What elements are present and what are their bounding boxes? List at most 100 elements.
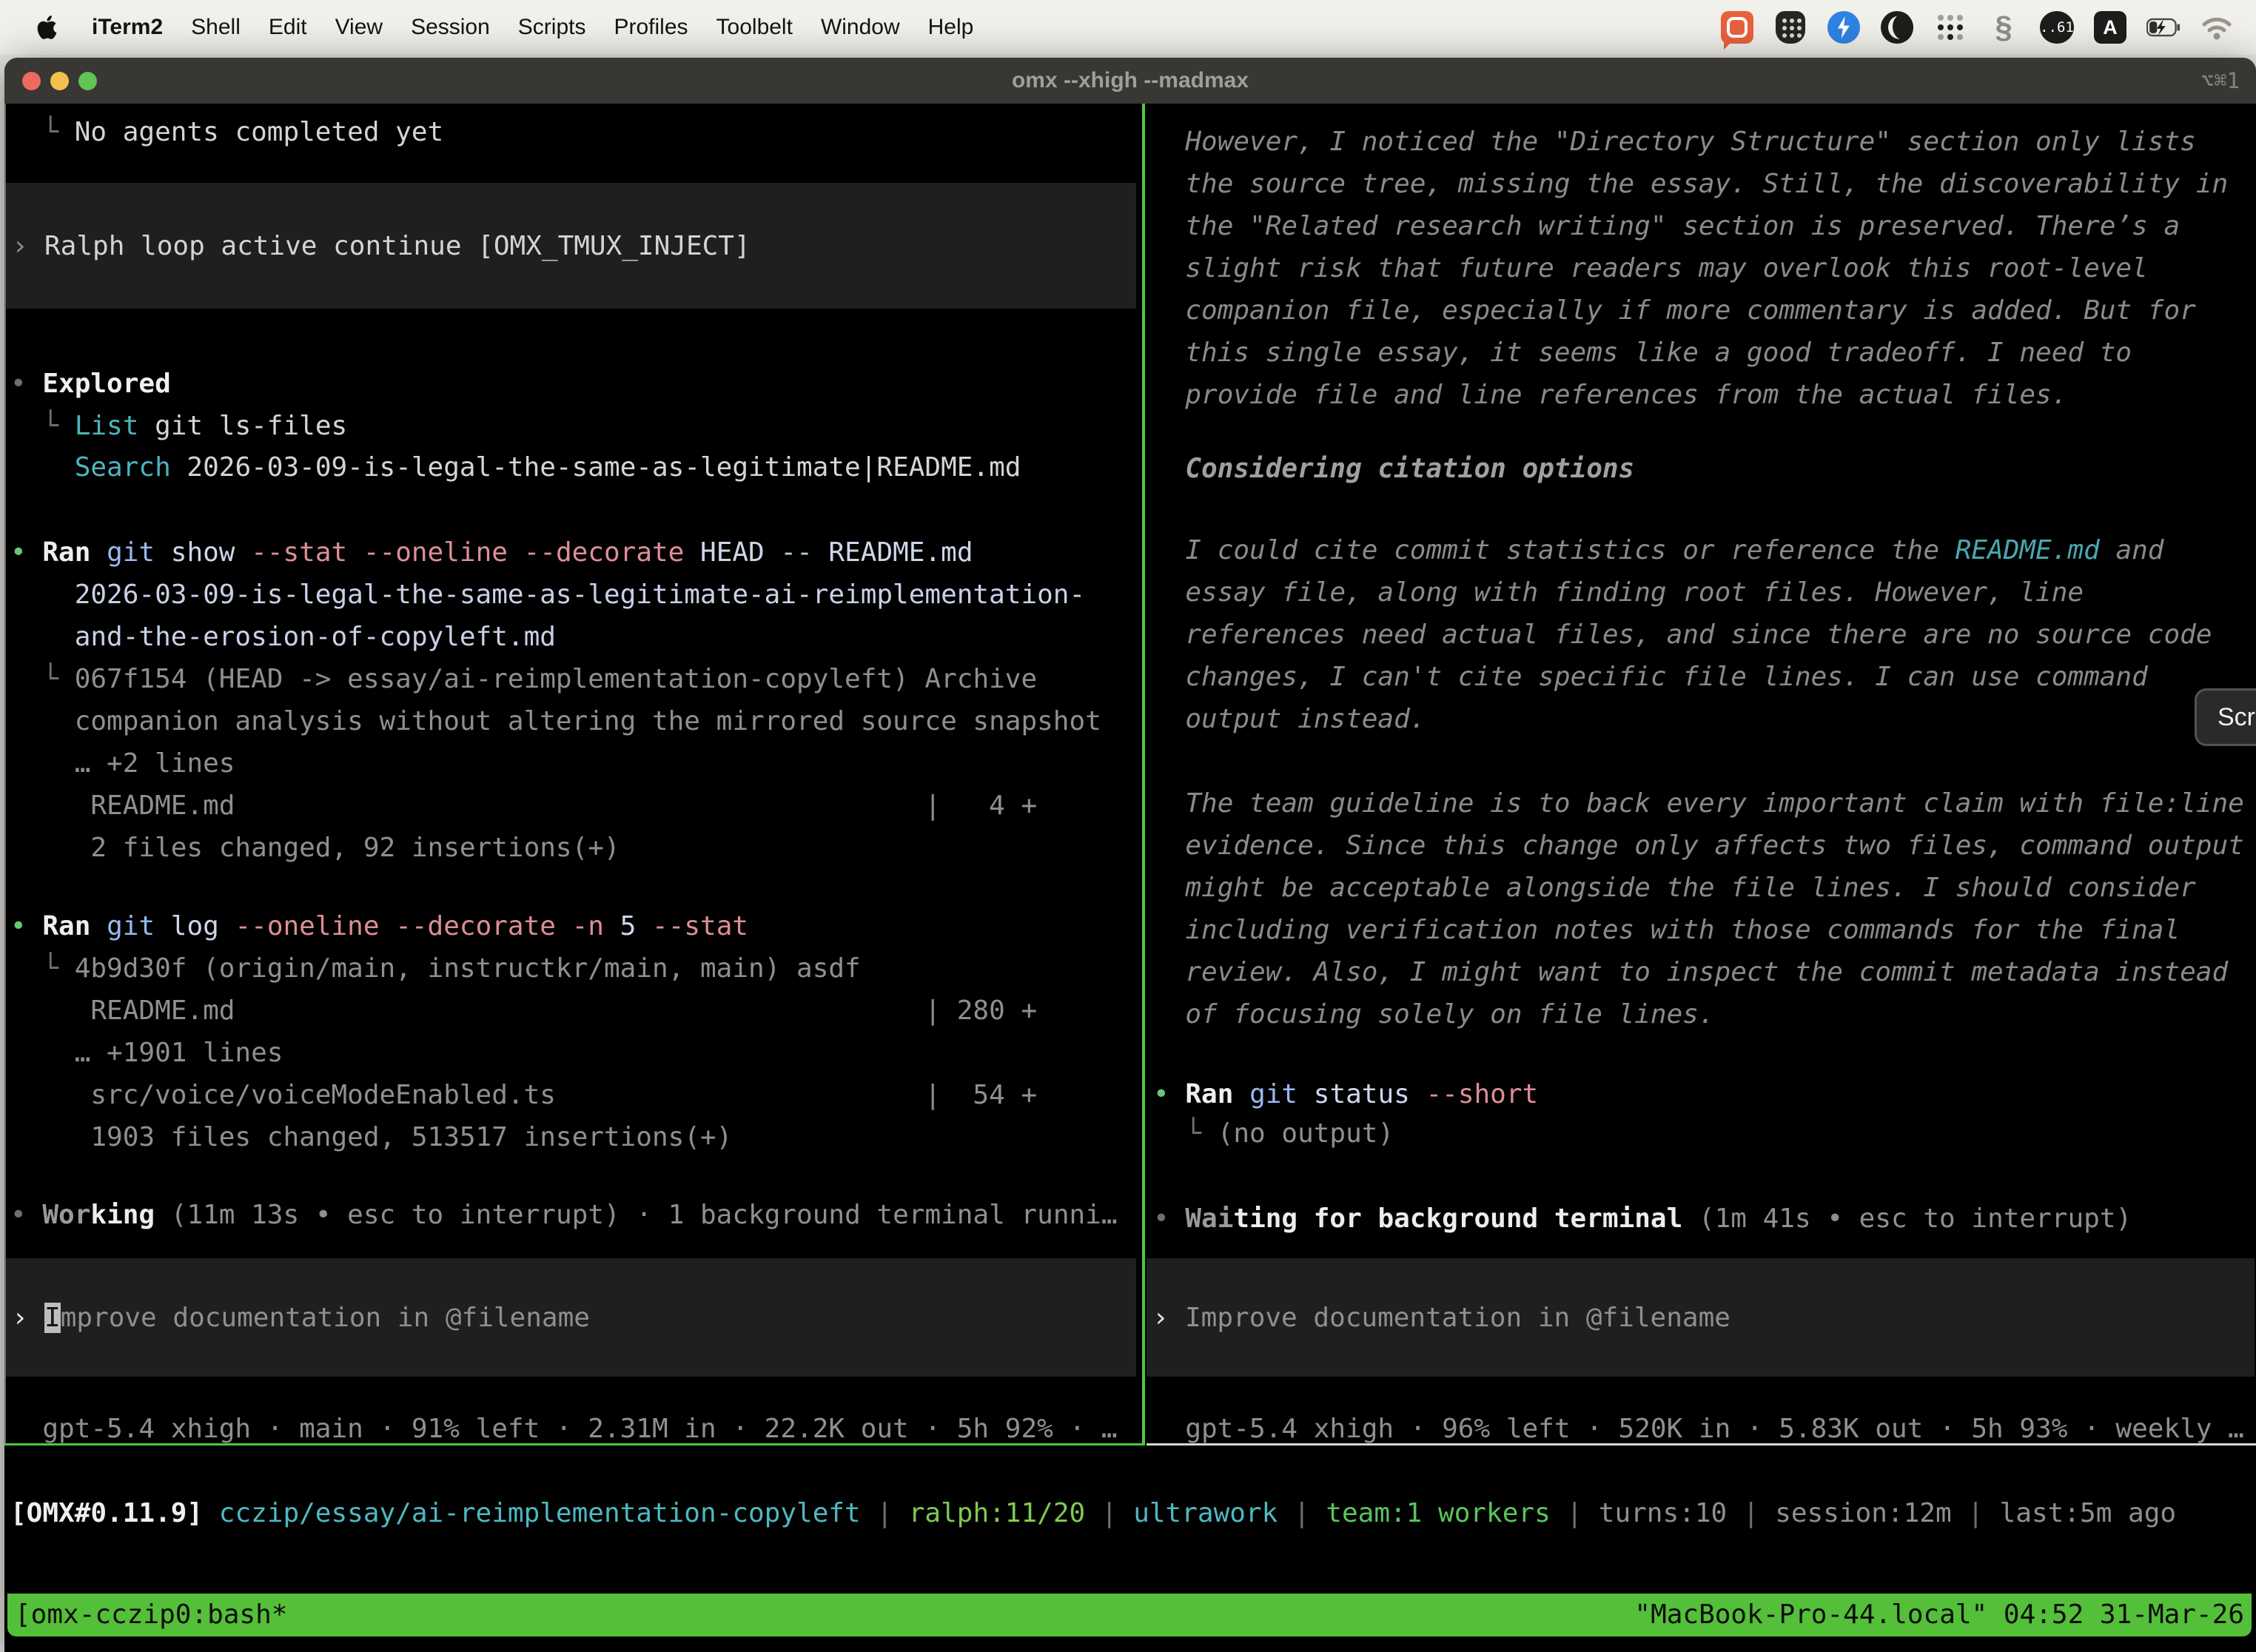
terminal-line: README.md | 280 + [10, 990, 1037, 1032]
shield-icon [1776, 11, 1805, 44]
terminal-text-segment: README.md | 4 + [10, 790, 1037, 821]
terminal-line: gpt-5.4 xhigh · main · 91% left · 2.31M … [10, 1408, 1118, 1446]
terminal-line: 2 files changed, 92 insertions(+) [10, 827, 620, 869]
prompt-input-left[interactable]: ›Improve documentation in @filename [6, 1258, 1136, 1377]
terminal-line: └ List git ls-files [10, 405, 347, 447]
terminal-line: The team guideline is to back every impo… [1153, 782, 2244, 825]
tmux-host-clock-label: "MacBook-Pro-44.local" 04:52 31-Mar-26 [1634, 1594, 2244, 1636]
terminal-text-segment: status [1314, 1079, 1426, 1109]
zoom-button[interactable] [78, 72, 97, 90]
terminal-text-segment: README.md | 280 + [10, 995, 1037, 1026]
menu-items: Shell Edit View Session Scripts Profiles Toolb… [191, 15, 973, 40]
terminal-text-segment: (no output) [1218, 1118, 1394, 1149]
prompt-chevron-icon: › [6, 1303, 44, 1333]
terminal-line: of focusing solely on file lines. [1153, 993, 1715, 1035]
crescent-app-icon[interactable] [1880, 10, 1914, 44]
terminal-text-segment: 2026-03-09-is-legal-the-same-as-legitima… [171, 452, 1021, 483]
menu-item-window[interactable]: Window [821, 15, 900, 40]
terminal-text-segment: (11m 13s • esc to interrupt) · 1 backgro… [155, 1200, 1117, 1230]
battery-icon[interactable] [2146, 10, 2181, 44]
terminal-area[interactable]: ›Ralph loop active continue [OMX_TMUX_IN… [4, 104, 2256, 1652]
terminal-text-segment: --stat [652, 911, 748, 941]
menu-bar-status-icons: § ..61 A [1720, 10, 2256, 44]
terminal-line: changes, I can't cite specific file line… [1153, 656, 2148, 698]
terminal-text-segment: … +2 lines [10, 748, 235, 779]
terminal-text-segment: src/voice/voiceModeEnabled.ts | 54 + [10, 1080, 1037, 1110]
terminal-text-segment: └ [10, 953, 75, 984]
terminal-line: └ 067f154 (HEAD -> essay/ai-reimplementa… [10, 658, 1037, 700]
terminal-text-segment: Wor [42, 1200, 90, 1230]
close-button[interactable] [22, 72, 41, 90]
terminal-text-segment: Ran [1185, 1079, 1249, 1109]
menu-item-app[interactable]: iTerm2 [92, 15, 163, 40]
terminal-text-segment: including verification notes with those … [1153, 915, 2180, 945]
terminal-text-segment: -- [780, 537, 828, 568]
terminal-text-segment: 4b9d30f (origin/main, instructkr/main, m… [75, 953, 861, 984]
terminal-text-segment: companion file, especially if more comme… [1153, 295, 2196, 326]
terminal-text-segment: Wai [1185, 1203, 1233, 1234]
terminal-text-segment: and-the-erosion-of-copyleft.md [10, 622, 556, 652]
prompt-input-right-placeholder: Improve documentation in @filename [1185, 1303, 1730, 1333]
menu-item-help[interactable]: Help [928, 15, 974, 40]
squiggle-app-icon[interactable]: § [1987, 10, 2021, 44]
terminal-text-segment: might be acceptable alongside the file l… [1153, 873, 2196, 903]
prompt-input-ralph[interactable]: ›Ralph loop active continue [OMX_TMUX_IN… [6, 183, 1136, 309]
chat-app-icon[interactable] [1720, 10, 1754, 44]
terminal-text-segment: 2026-03-09-is-legal-the-same-as-legitima… [10, 580, 1085, 610]
wifi-icon[interactable] [2200, 10, 2234, 44]
terminal-line: … +1901 lines [10, 1032, 283, 1074]
pane-right-bottom-border [1147, 1443, 2256, 1446]
terminal-line: … +2 lines [10, 742, 235, 785]
terminal-line: Considering citation options [1153, 448, 1634, 490]
prompt-input-right[interactable]: ›Improve documentation in @filename [1147, 1258, 2255, 1377]
terminal-line: output instead. [1153, 698, 1426, 740]
terminal-text-segment: • [10, 1200, 42, 1230]
window-titlebar[interactable]: omx --xhigh --madmax ⌥⌘1 [4, 58, 2256, 104]
terminal-text-segment: --oneline --decorate [235, 911, 571, 941]
lightning-icon [1827, 11, 1860, 44]
menu-item-toolbelt[interactable]: Toolbelt [716, 15, 793, 40]
menu-item-session[interactable]: Session [411, 15, 490, 40]
terminal-text-segment: git [107, 537, 171, 568]
terminal-text-segment: slight risk that future readers may over… [1153, 253, 2148, 283]
menu-item-view[interactable]: View [335, 15, 383, 40]
terminal-line: including verification notes with those … [1153, 909, 2180, 951]
terminal-text-segment: └ [1153, 1118, 1218, 1149]
screen-overlay-tooltip: Scre [2195, 688, 2256, 746]
terminal-text-segment: --stat --oneline --decorate [251, 537, 700, 568]
menu-item-shell[interactable]: Shell [191, 15, 241, 40]
terminal-text-segment: README.md [828, 537, 973, 568]
battery-glyph-icon [2146, 18, 2181, 37]
battery-percent-icon[interactable]: ..61 [2040, 10, 2074, 44]
terminal-text-segment: -n [572, 911, 620, 941]
menu-bar-left: iTerm2 Shell Edit View Session Scripts Profil… [0, 10, 973, 44]
menu-item-scripts[interactable]: Scripts [518, 15, 586, 40]
pane-right[interactable]: ›Improve documentation in @filename Howe… [1147, 104, 2256, 1446]
input-source-icon[interactable]: A [2093, 10, 2127, 44]
minimize-button[interactable] [50, 72, 69, 90]
terminal-text-segment: (1m 41s • esc to interrupt) [1682, 1203, 2132, 1234]
menu-item-edit[interactable]: Edit [269, 15, 307, 40]
terminal-text-segment: I could cite commit statistics or refere… [1153, 535, 1955, 565]
bolt-badge-icon[interactable] [1827, 10, 1861, 44]
dots-grid-icon[interactable] [1933, 10, 1967, 44]
terminal-text-segment: Search [75, 452, 171, 483]
terminal-text-segment: └ [10, 411, 75, 441]
terminal-line: this single essay, it seems like a good … [1153, 332, 2132, 374]
omx-bar-segment: | [1085, 1498, 1133, 1528]
pane-left[interactable]: ›Ralph loop active continue [OMX_TMUX_IN… [4, 104, 1142, 1446]
terminal-line: provide file and line references from th… [1153, 374, 2067, 416]
prompt-input-left-placeholder: mprove documentation in @filename [61, 1303, 590, 1333]
terminal-line: references need actual files, and since … [1153, 614, 2212, 656]
terminal-text-segment: evidence. Since this change only affects… [1153, 830, 2244, 861]
terminal-line: README.md | 4 + [10, 785, 1037, 827]
terminal-text-segment: --short [1426, 1079, 1538, 1109]
terminal-text-segment: the "Related research writing" section i… [1153, 211, 2180, 241]
shield-grid-icon[interactable] [1773, 10, 1807, 44]
terminal-text-segment: HEAD [700, 537, 780, 568]
menu-item-profiles[interactable]: Profiles [614, 15, 688, 40]
pane-divider[interactable] [1142, 104, 1145, 1446]
terminal-line: • Ran git status --short [1153, 1073, 1538, 1115]
apple-menu[interactable] [30, 10, 64, 44]
terminal-text-segment: show [171, 537, 251, 568]
